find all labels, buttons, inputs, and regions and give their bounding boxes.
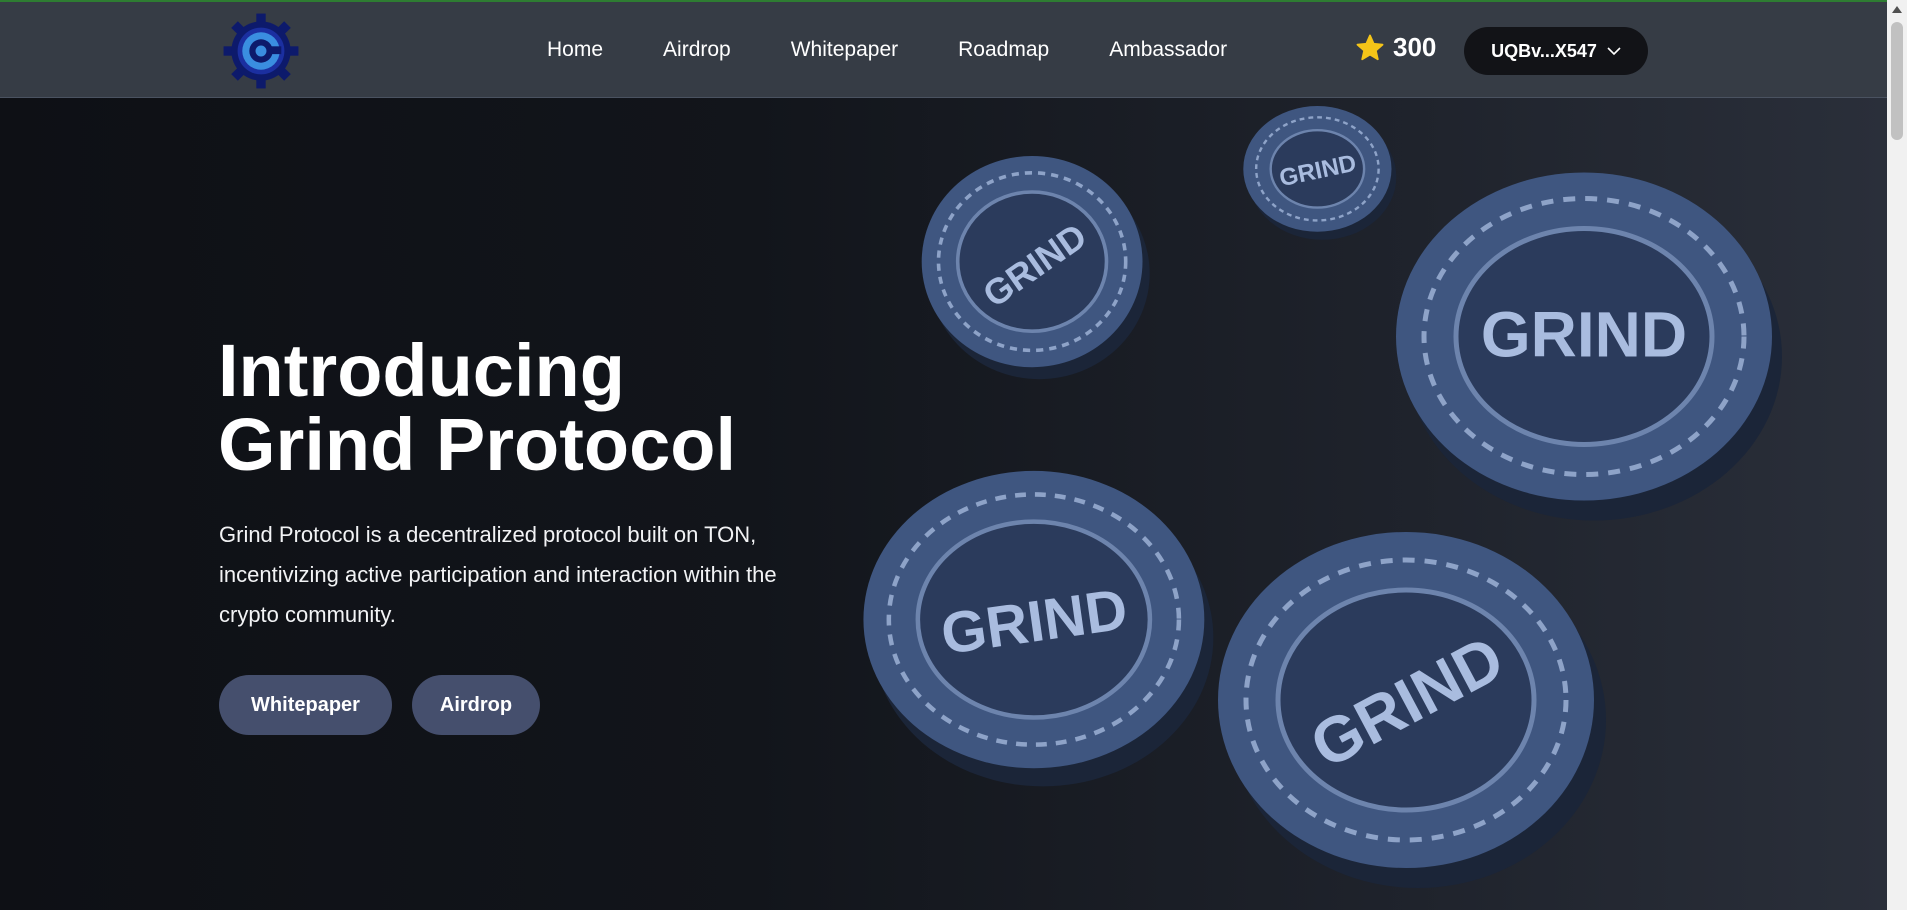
hero-title-line1: Introducing xyxy=(218,329,625,412)
hero-description: Grind Protocol is a decentralized protoc… xyxy=(219,522,777,627)
grind-coin-image: GRIND xyxy=(1238,98,1400,243)
wallet-address: UQBv...X547 xyxy=(1491,40,1597,61)
star-icon xyxy=(1356,34,1384,60)
nav-link-whitepaper[interactable]: Whitepaper xyxy=(791,38,898,62)
points-display: 300 xyxy=(1355,32,1436,63)
points-value: 300 xyxy=(1393,32,1437,62)
nav-link-roadmap[interactable]: Roadmap xyxy=(958,38,1049,62)
grind-coin-image: GRIND xyxy=(855,460,1220,790)
wallet-button[interactable]: UQBv...X547 xyxy=(1464,27,1648,75)
chevron-down-icon xyxy=(1607,46,1621,55)
scrollbar-thumb[interactable] xyxy=(1891,22,1903,140)
nav-link-ambassador[interactable]: Ambassador xyxy=(1109,38,1227,62)
grind-coin-image: GRIND xyxy=(1388,160,1788,525)
gear-logo-icon[interactable] xyxy=(220,12,302,90)
hero-title: Introducing Grind Protocol xyxy=(218,334,818,482)
nav-link-airdrop[interactable]: Airdrop xyxy=(663,38,731,62)
grind-coin-image: GRIND xyxy=(1210,520,1610,892)
hero-title-line2: Grind Protocol xyxy=(218,403,736,486)
hero-section: Introducing Grind Protocol Grind Protoco… xyxy=(0,98,1887,910)
coin-label: GRIND xyxy=(1481,299,1687,371)
scrollbar[interactable] xyxy=(1887,0,1907,910)
grind-coin-image: GRIND xyxy=(912,144,1157,384)
scroll-up-icon[interactable] xyxy=(1892,6,1902,13)
navbar: Home Airdrop Whitepaper Roadmap Ambassad… xyxy=(0,2,1887,98)
nav-link-home[interactable]: Home xyxy=(547,38,603,62)
nav-links: Home Airdrop Whitepaper Roadmap Ambassad… xyxy=(547,2,1287,97)
whitepaper-button[interactable]: Whitepaper xyxy=(219,675,392,735)
airdrop-button[interactable]: Airdrop xyxy=(412,675,540,735)
